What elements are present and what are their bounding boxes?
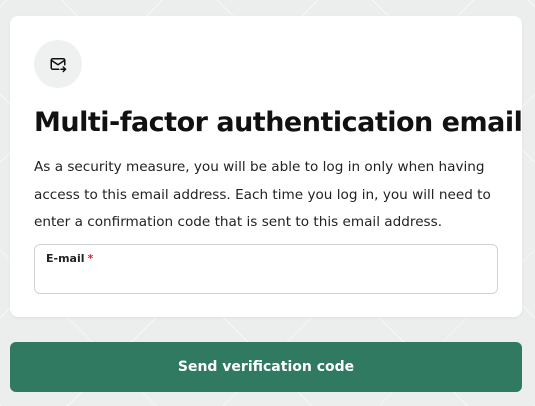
email-field-label: E-mail * — [46, 252, 93, 265]
page-title: Multi-factor authentication email — [34, 107, 523, 138]
email-field[interactable]: E-mail * — [34, 244, 498, 294]
mfa-email-card: Multi-factor authentication email As a s… — [10, 16, 523, 317]
required-marker: * — [87, 252, 94, 265]
email-label-text: E-mail — [46, 252, 85, 265]
description-text: As a security measure, you will be able … — [34, 159, 491, 230]
mail-forward-icon — [50, 58, 67, 73]
mail-icon-badge — [34, 40, 82, 88]
email-input[interactable] — [46, 269, 486, 289]
send-verification-code-button[interactable]: Send verification code — [10, 342, 522, 392]
